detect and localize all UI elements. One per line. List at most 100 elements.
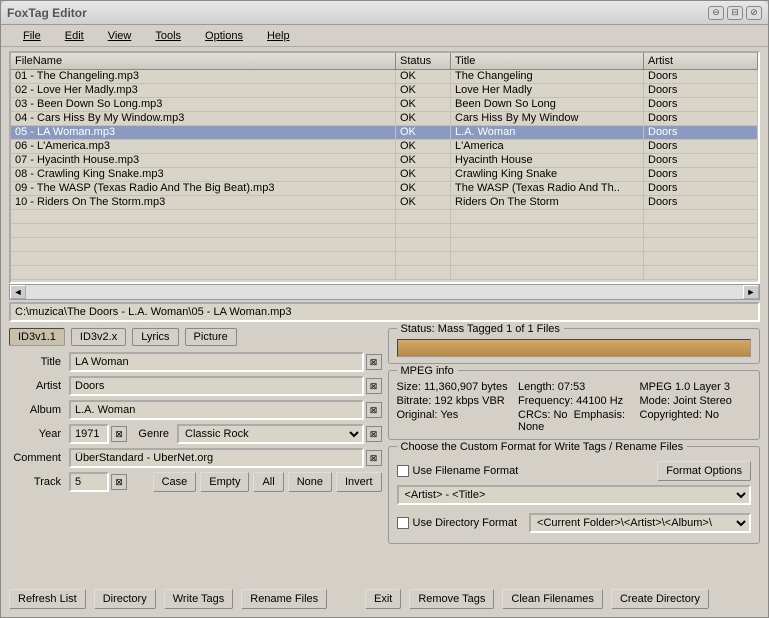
comment-clear-icon[interactable]: ⊠ — [366, 450, 382, 466]
menu-file[interactable]: File — [11, 28, 53, 44]
create-directory-button[interactable]: Create Directory — [611, 589, 709, 609]
cell-title — [451, 224, 644, 237]
use-filename-checkbox[interactable] — [397, 465, 409, 477]
refresh-list-button[interactable]: Refresh List — [9, 589, 86, 609]
genre-select[interactable]: Classic Rock — [177, 424, 364, 444]
table-row[interactable]: 07 - Hyacinth House.mp3OKHyacinth HouseD… — [11, 154, 758, 168]
cell-artist: Doors — [644, 140, 758, 153]
use-directory-checkbox[interactable] — [397, 517, 409, 529]
cell-status: OK — [396, 70, 451, 83]
table-row[interactable]: 08 - Crawling King Snake.mp3OKCrawling K… — [11, 168, 758, 182]
menu-tools[interactable]: Tools — [143, 28, 193, 44]
case-button[interactable]: Case — [153, 472, 197, 492]
write-tags-button[interactable]: Write Tags — [164, 589, 234, 609]
cell-file — [11, 238, 396, 251]
mpeg-freq: Frequency: 44100 Hz — [518, 395, 630, 407]
comment-field[interactable] — [69, 448, 364, 468]
album-clear-icon[interactable]: ⊠ — [366, 402, 382, 418]
app-window: FoxTag Editor ⊖ ⊟ ⊘ File Edit View Tools… — [0, 0, 769, 618]
format-options-button[interactable]: Format Options — [657, 461, 751, 481]
year-field[interactable] — [69, 424, 109, 444]
close-icon[interactable]: ⊘ — [746, 6, 762, 20]
tab-lyrics[interactable]: Lyrics — [132, 328, 178, 346]
table-row[interactable] — [11, 210, 758, 224]
col-header-filename[interactable]: FileName — [11, 53, 396, 69]
filename-format-select[interactable]: <Artist> - <Title> — [397, 485, 752, 505]
track-field[interactable] — [69, 472, 109, 492]
cell-title: The Changeling — [451, 70, 644, 83]
cell-file — [11, 210, 396, 223]
cell-artist: Doors — [644, 126, 758, 139]
empty-button[interactable]: Empty — [200, 472, 249, 492]
cell-status — [396, 210, 451, 223]
all-button[interactable]: All — [253, 472, 283, 492]
none-button[interactable]: None — [288, 472, 332, 492]
table-row[interactable] — [11, 266, 758, 280]
scroll-left-icon[interactable]: ◄ — [10, 285, 26, 299]
cell-status: OK — [396, 98, 451, 111]
tab-picture[interactable]: Picture — [185, 328, 237, 346]
cell-title: The WASP (Texas Radio And Th.. — [451, 182, 644, 195]
menu-view[interactable]: View — [96, 28, 144, 44]
table-row[interactable]: 09 - The WASP (Texas Radio And The Big B… — [11, 182, 758, 196]
table-row[interactable]: 02 - Love Her Madly.mp3OKLove Her MadlyD… — [11, 84, 758, 98]
cell-title — [451, 266, 644, 279]
col-header-artist[interactable]: Artist — [644, 53, 758, 69]
cell-file: 04 - Cars Hiss By My Window.mp3 — [11, 112, 396, 125]
bottom-toolbar: Refresh List Directory Write Tags Rename… — [1, 587, 768, 617]
title-field[interactable] — [69, 352, 364, 372]
cell-artist: Doors — [644, 154, 758, 167]
table-row[interactable]: 06 - L'America.mp3OKL'AmericaDoors — [11, 140, 758, 154]
invert-button[interactable]: Invert — [336, 472, 382, 492]
track-clear-icon[interactable]: ⊠ — [111, 474, 127, 490]
horizontal-scrollbar[interactable]: ◄ ► — [9, 284, 760, 300]
tab-id3v2[interactable]: ID3v2.x — [71, 328, 126, 346]
table-row[interactable]: 04 - Cars Hiss By My Window.mp3OKCars Hi… — [11, 112, 758, 126]
year-clear-icon[interactable]: ⊠ — [111, 426, 127, 442]
table-row[interactable]: 01 - The Changeling.mp3OKThe ChangelingD… — [11, 70, 758, 84]
table-row[interactable]: 10 - Riders On The Storm.mp3OKRiders On … — [11, 196, 758, 210]
col-header-status[interactable]: Status — [396, 53, 451, 69]
exit-button[interactable]: Exit — [365, 589, 401, 609]
maximize-icon[interactable]: ⊟ — [727, 6, 743, 20]
cell-title: L'America — [451, 140, 644, 153]
scroll-right-icon[interactable]: ► — [743, 285, 759, 299]
cell-artist: Doors — [644, 182, 758, 195]
clean-filenames-button[interactable]: Clean Filenames — [502, 589, 603, 609]
artist-field[interactable] — [69, 376, 364, 396]
artist-clear-icon[interactable]: ⊠ — [366, 378, 382, 394]
minimize-icon[interactable]: ⊖ — [708, 6, 724, 20]
mpeg-bitrate: Bitrate: 192 kbps VBR — [397, 395, 509, 407]
directory-button[interactable]: Directory — [94, 589, 156, 609]
use-filename-label: Use Filename Format — [413, 465, 519, 477]
table-row[interactable]: 05 - LA Woman.mp3OKL.A. WomanDoors — [11, 126, 758, 140]
rename-files-button[interactable]: Rename Files — [241, 589, 327, 609]
table-body[interactable]: 01 - The Changeling.mp3OKThe ChangelingD… — [11, 70, 758, 282]
table-row[interactable]: 03 - Been Down So Long.mp3OKBeen Down So… — [11, 98, 758, 112]
album-field[interactable] — [69, 400, 364, 420]
cell-file: 07 - Hyacinth House.mp3 — [11, 154, 396, 167]
table-row[interactable] — [11, 252, 758, 266]
menu-options[interactable]: Options — [193, 28, 255, 44]
genre-clear-icon[interactable]: ⊠ — [366, 426, 382, 442]
cell-file: 01 - The Changeling.mp3 — [11, 70, 396, 83]
table-row[interactable] — [11, 238, 758, 252]
menu-edit[interactable]: Edit — [53, 28, 96, 44]
cell-title: Cars Hiss By My Window — [451, 112, 644, 125]
cell-status: OK — [396, 126, 451, 139]
table-row[interactable] — [11, 224, 758, 238]
cell-status: OK — [396, 182, 451, 195]
menu-help[interactable]: Help — [255, 28, 302, 44]
track-label: Track — [9, 476, 69, 488]
remove-tags-button[interactable]: Remove Tags — [409, 589, 494, 609]
mpeg-size: Size: 11,360,907 bytes — [397, 381, 509, 393]
cell-title: Been Down So Long — [451, 98, 644, 111]
status-legend: Status: Mass Tagged 1 of 1 Files — [397, 323, 564, 335]
status-fieldset: Status: Mass Tagged 1 of 1 Files — [388, 328, 761, 364]
directory-format-select[interactable]: <Current Folder>\<Artist>\<Album>\ — [529, 513, 751, 533]
cell-artist — [644, 252, 758, 265]
tab-id3v1[interactable]: ID3v1.1 — [9, 328, 65, 346]
title-clear-icon[interactable]: ⊠ — [366, 354, 382, 370]
col-header-title[interactable]: Title — [451, 53, 644, 69]
use-directory-label: Use Directory Format — [413, 517, 518, 529]
